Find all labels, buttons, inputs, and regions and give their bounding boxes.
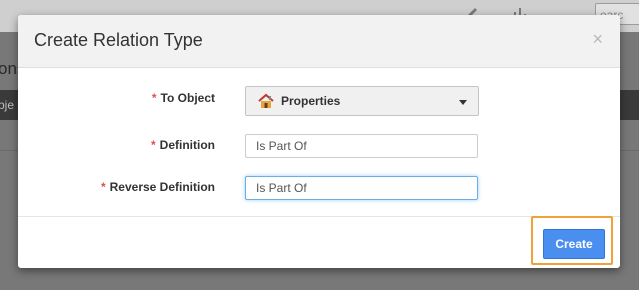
reverse-definition-row: * Reverse Definition (18, 174, 620, 204)
house-icon (257, 92, 275, 110)
definition-row: * Definition (18, 132, 620, 162)
background-table-header-text: bje (0, 98, 15, 112)
required-marker: * (151, 138, 156, 152)
create-button-highlight: Create (531, 216, 613, 265)
dialog-header: Create Relation Type × (18, 15, 620, 68)
create-relation-type-dialog: Create Relation Type × * To Object Proper… (18, 15, 620, 268)
to-object-select[interactable]: Properties (245, 86, 479, 116)
required-marker: * (151, 91, 157, 105)
reverse-definition-label: * Reverse Definition (100, 180, 215, 194)
reverse-definition-input[interactable] (245, 176, 478, 200)
close-icon[interactable]: × (592, 29, 603, 50)
create-button[interactable]: Create (543, 229, 605, 259)
chevron-down-icon (459, 100, 467, 105)
definition-label: * Definition (151, 138, 215, 152)
to-object-label: * To Object (151, 91, 215, 105)
required-marker: * (100, 180, 106, 194)
to-object-selected-value: Properties (281, 94, 341, 108)
dialog-title: Create Relation Type (34, 30, 203, 50)
to-object-row: * To Object Properties (18, 85, 620, 116)
definition-input[interactable] (245, 134, 478, 158)
dialog-footer-divider (18, 216, 620, 217)
